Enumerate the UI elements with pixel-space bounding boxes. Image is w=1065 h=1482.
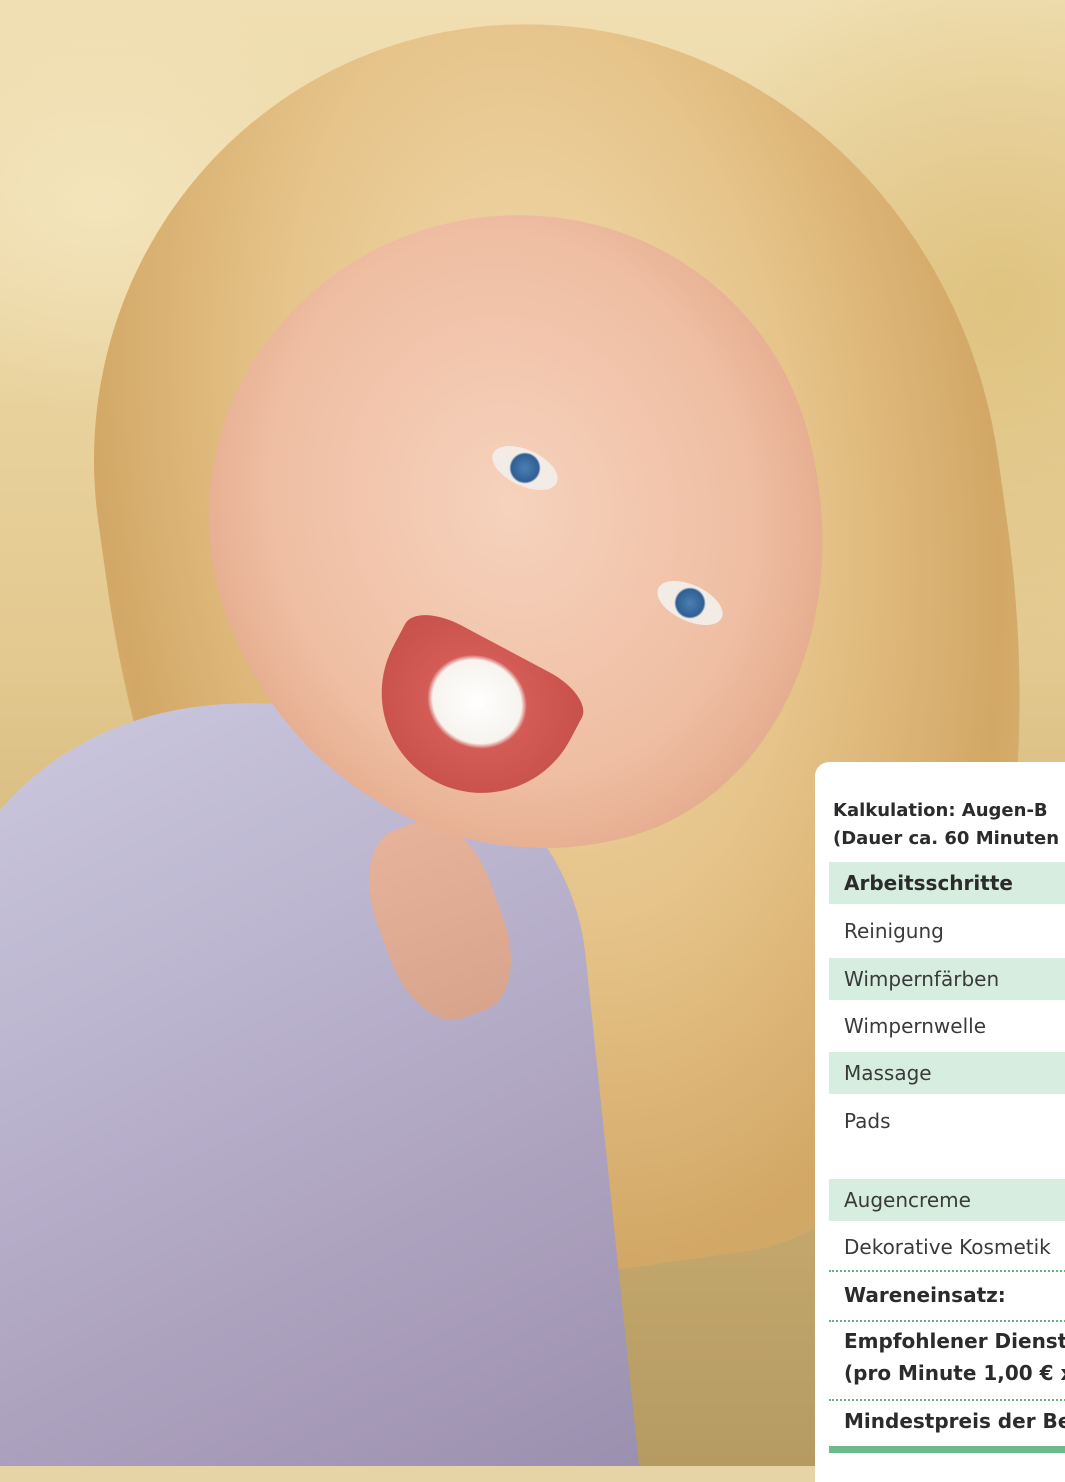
step-row: Wimpernwelle <box>844 1014 987 1038</box>
card-title: Kalkulation: Augen-B (Dauer ca. 60 Minut… <box>833 797 1065 853</box>
divider <box>829 1270 1065 1272</box>
bottom-accent-bar <box>829 1446 1065 1453</box>
empfohlener-preis-line-2: (pro Minute 1,00 € x <box>844 1361 1065 1385</box>
step-row: Dekorative Kosmetik <box>844 1235 1051 1259</box>
divider <box>829 1399 1065 1401</box>
step-row: Reinigung <box>844 919 944 943</box>
divider <box>829 1320 1065 1322</box>
calculation-card: Kalkulation: Augen-B (Dauer ca. 60 Minut… <box>815 762 1065 1482</box>
empfohlener-preis-line-1: Empfohlener Dienstl <box>844 1329 1065 1353</box>
step-row: Augencreme <box>829 1179 1065 1221</box>
card-title-line-1: Kalkulation: Augen-B <box>833 800 1048 821</box>
step-row: Pads <box>844 1109 891 1133</box>
card-title-line-2: (Dauer ca. 60 Minuten <box>833 828 1060 849</box>
step-row: Massage <box>829 1052 1065 1094</box>
step-row: Wimpernfärben <box>829 958 1065 1000</box>
wareneinsatz-label: Wareneinsatz: <box>844 1283 1006 1307</box>
mindestpreis-label: Mindestpreis der Bel <box>844 1409 1065 1433</box>
table-header: Arbeitsschritte <box>829 862 1065 904</box>
